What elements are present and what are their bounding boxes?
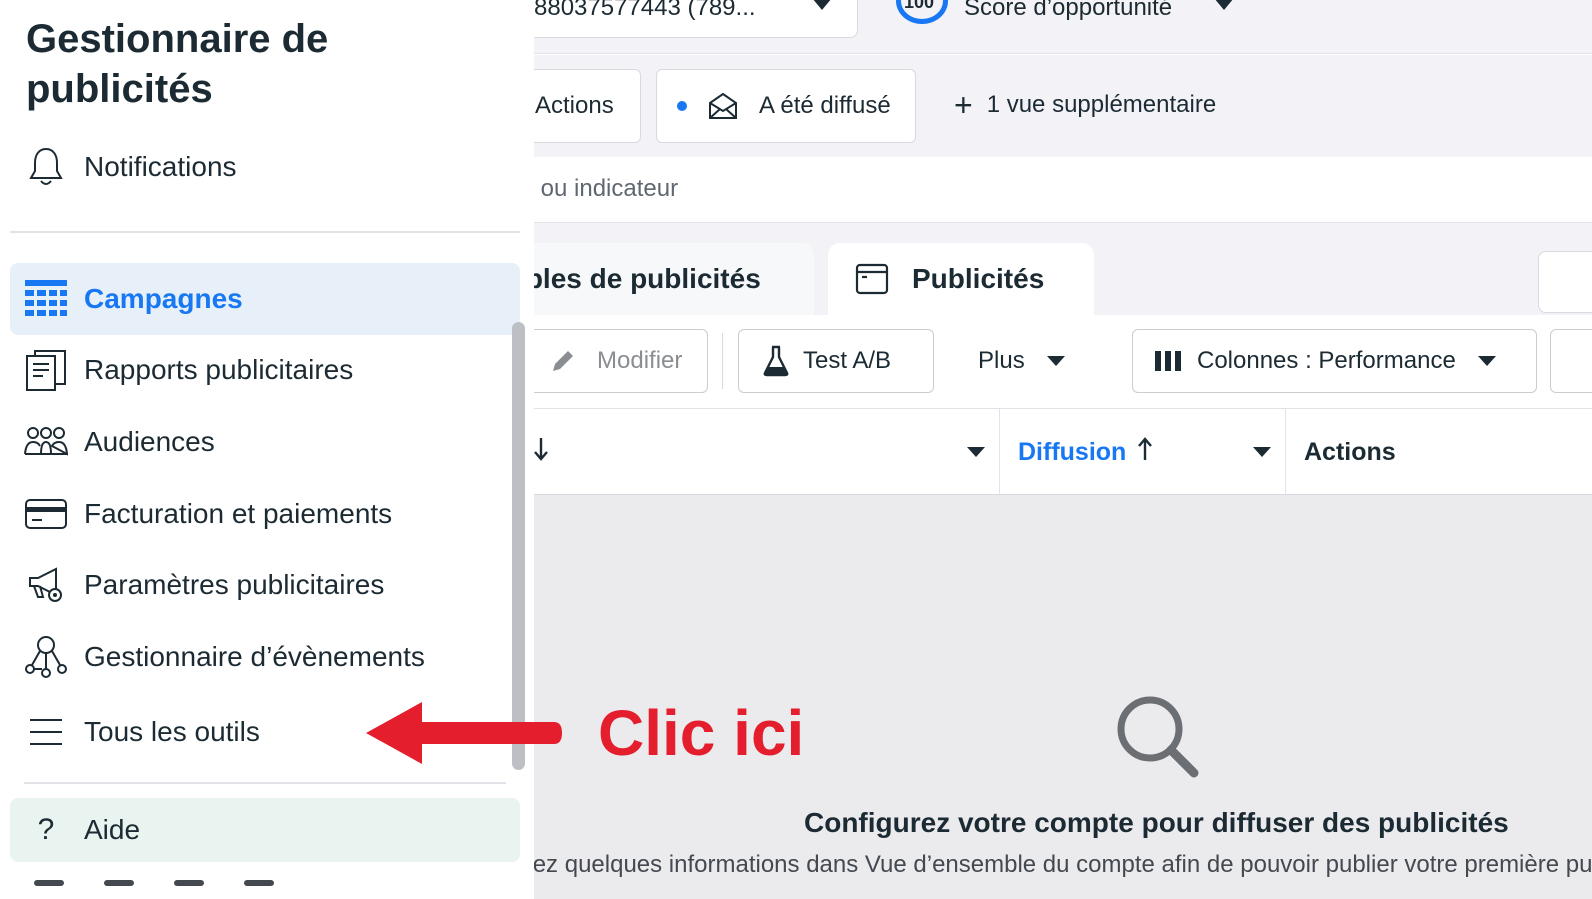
sidebar-item-events-manager[interactable]: Gestionnaire d’évènements [10, 621, 520, 693]
sidebar-item-label: Campagnes [84, 283, 243, 314]
menu-icon [24, 710, 68, 754]
megaphone-gear-icon [24, 563, 68, 607]
search-bar[interactable]: ID ou indicateur [534, 157, 1592, 223]
sidebar-item-campaigns[interactable]: Campagnes [10, 263, 520, 335]
sidebar-item-label: Notifications [84, 151, 237, 182]
arrow-down-icon [534, 436, 550, 469]
score-value: 100 [904, 0, 935, 12]
side-panel-toggle[interactable] [1538, 251, 1592, 313]
annotation-arrow-icon [364, 700, 564, 771]
chevron-down-icon [1214, 0, 1234, 10]
ab-test-label: Test A/B [803, 347, 892, 374]
chevron-down-icon [1046, 356, 1065, 366]
ab-test-button[interactable]: Test A/B [738, 329, 934, 393]
sidebar-footer-icons [34, 880, 334, 890]
ad-window-icon [850, 257, 894, 301]
sidebar-item-label: Aide [84, 814, 141, 845]
view-chip-label: A été diffusé [759, 92, 891, 119]
credit-card-icon [24, 492, 68, 536]
envelope-icon [701, 84, 745, 128]
column-header-delivery[interactable]: Diffusion [1000, 409, 1286, 495]
question-icon: ? [37, 813, 55, 846]
sidebar-item-label: Tous les outils [84, 716, 260, 747]
column-header-actions[interactable]: Actions [1286, 409, 1586, 495]
plus-icon: + [954, 87, 973, 123]
columns-label: Colonnes : Performance [1197, 347, 1456, 374]
edit-label: Modifier [597, 347, 683, 374]
sidebar-item-billing[interactable]: Facturation et paiements [10, 478, 520, 550]
app-title: Gestionnaire de publicités [26, 17, 329, 111]
status-dot-icon [677, 101, 687, 111]
toolbar-overflow-button[interactable] [1550, 329, 1592, 393]
footer-icon [244, 880, 274, 886]
report-icon [24, 348, 68, 392]
columns-icon [1153, 339, 1185, 383]
footer-icon [104, 880, 134, 886]
sidebar-item-label: Audiences [84, 426, 215, 457]
sidebar-item-ad-settings[interactable]: Paramètres publicitaires [10, 549, 520, 621]
sidebar-item-label: Paramètres publicitaires [84, 569, 385, 600]
sidebar-divider [10, 231, 520, 233]
footer-icon [174, 880, 204, 886]
sidebar-item-label: Facturation et paiements [84, 498, 393, 529]
tab-ads[interactable]: Publicités [828, 243, 1094, 315]
chevron-down-icon [1477, 356, 1496, 366]
view-chip-actions[interactable]: Actions [534, 69, 641, 143]
footer-icon [34, 880, 64, 886]
action-toolbar: Modifier Test A/B Plus Colonnes : Perfor… [534, 315, 1592, 409]
sidebar-item-notifications[interactable]: Notifications [10, 131, 520, 203]
view-chip-delivered[interactable]: A été diffusé [656, 69, 916, 143]
sidebar-item-label: Rapports publicitaires [84, 354, 354, 385]
tab-label: Publicités [912, 263, 1045, 294]
bell-icon [24, 145, 68, 189]
saved-views-row: Actions A été diffusé + 1 vue supplément… [534, 55, 1592, 157]
chevron-down-icon[interactable] [967, 447, 985, 457]
columns-dropdown[interactable]: Colonnes : Performance [1132, 329, 1537, 393]
sidebar-item-audiences[interactable]: Audiences [10, 406, 520, 478]
tab-label: Ensembles de publicités [534, 263, 761, 294]
search-icon [1114, 693, 1200, 784]
more-dropdown[interactable]: Plus [964, 329, 1084, 393]
empty-state-title: Configurez votre compte pour diffuser de… [804, 807, 1509, 838]
edit-button[interactable]: Modifier [534, 329, 708, 393]
empty-state-subtitle: Ajoutez quelques informations dans Vue d… [534, 851, 1592, 878]
account-id: 88037577443 (789... [534, 0, 756, 21]
table-header: Diffusion Actions [534, 409, 1592, 495]
chevron-down-icon [812, 0, 832, 10]
opportunity-score-button[interactable]: Score d’opportunité [964, 0, 1172, 22]
table-grid-icon [24, 277, 68, 321]
column-header-name[interactable] [534, 409, 1000, 495]
search-input[interactable]: ID ou indicateur [534, 175, 678, 203]
tab-ad-sets[interactable]: Ensembles de publicités [534, 243, 814, 315]
toolbar-divider [722, 333, 723, 389]
events-network-icon [24, 635, 68, 679]
pencil-icon [541, 339, 585, 383]
chevron-down-icon[interactable] [1253, 447, 1271, 457]
sidebar-divider [24, 782, 506, 784]
flask-icon [761, 339, 791, 383]
sidebar-item-label: Gestionnaire d’évènements [84, 641, 425, 672]
sidebar-item-help[interactable]: ? Aide [10, 798, 520, 862]
annotation-text: Clic ici [598, 697, 805, 769]
more-views-label: 1 vue supplémentaire [986, 91, 1217, 118]
main-content: 88037577443 (789... 100 Score d’opportun… [534, 0, 1592, 899]
column-header-label: Diffusion [1018, 437, 1127, 466]
top-bar: 88037577443 (789... 100 Score d’opportun… [534, 0, 1592, 54]
more-views-button[interactable]: + 1 vue supplémentaire [954, 89, 1216, 121]
arrow-up-icon [1136, 436, 1154, 469]
view-chip-label: Actions [535, 92, 614, 119]
sidebar-item-reports[interactable]: Rapports publicitaires [10, 334, 520, 406]
level-tabs: Ensembles de publicités Publicités [534, 223, 1592, 315]
more-label: Plus [978, 347, 1025, 374]
audience-icon [24, 420, 68, 464]
